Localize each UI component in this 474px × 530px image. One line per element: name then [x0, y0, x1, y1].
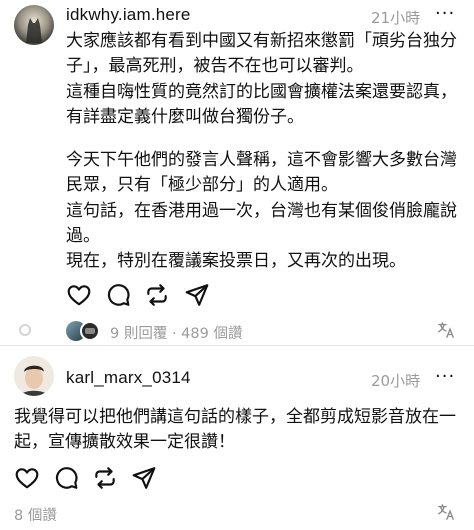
post-paragraph: 這句話，在香港用過一次，台灣也有某個俊俏臉龐說過。 — [66, 201, 457, 246]
like-count[interactable]: 8 個讚 — [14, 504, 57, 525]
post-timestamp: 20小時 — [371, 372, 421, 390]
like-heart-icon[interactable] — [14, 465, 40, 491]
cat-silhouette-icon — [26, 18, 42, 43]
separator: · — [171, 326, 177, 342]
post-timestamp: 21小時 — [371, 9, 421, 27]
share-send-icon[interactable] — [184, 282, 210, 308]
person-face-icon — [20, 365, 48, 396]
post-paragraph: 大家應該都有看到中國又有新招來懲罰「頑劣台独分子」，最高死刑，被告不在也可以審判… — [66, 31, 457, 76]
like-count[interactable]: 489 個讚 — [181, 326, 242, 342]
post-paragraph: 這種自嗨性質的竟然訂的比國會擴權法案還要認真，有詳盡定義什麼叫做台獨份子。 — [66, 82, 457, 127]
post-username[interactable]: karl_marx_0314 — [66, 368, 191, 388]
comment-bubble-icon[interactable] — [53, 465, 79, 491]
more-options-button[interactable]: ··· — [435, 3, 455, 24]
translate-icon[interactable] — [437, 503, 455, 525]
more-options-button[interactable]: ··· — [435, 366, 455, 387]
repost-icon[interactable] — [92, 465, 118, 491]
repost-icon[interactable] — [144, 282, 170, 308]
like-heart-icon[interactable] — [66, 282, 92, 308]
post-paragraph: 我覺得可以把他們講這句話的樣子，全都剪成短影音放在一起，宣傳擴散效果一定很讚！ — [14, 407, 456, 452]
divider — [0, 345, 474, 346]
share-send-icon[interactable] — [131, 465, 157, 491]
avatar[interactable] — [14, 356, 54, 396]
post-paragraph: 今天下午他們的發言人聲稱，這不會影響大多數台灣民眾，只有「極少部分」的人適用。 — [66, 150, 457, 195]
reply-avatar — [80, 321, 100, 341]
comment-bubble-icon[interactable] — [105, 282, 131, 308]
reply-count[interactable]: 9 則回覆 — [110, 326, 167, 342]
post-paragraph: 現在，特別在覆議案投票日，又再次的出現。 — [66, 251, 406, 271]
post-username[interactable]: idkwhy.iam.here — [66, 5, 191, 25]
post-stats: 9 則回覆 · 489 個讚 — [110, 322, 242, 343]
avatar[interactable] — [14, 5, 54, 45]
translate-icon[interactable] — [437, 321, 455, 343]
thread-curl-icon — [19, 324, 31, 336]
